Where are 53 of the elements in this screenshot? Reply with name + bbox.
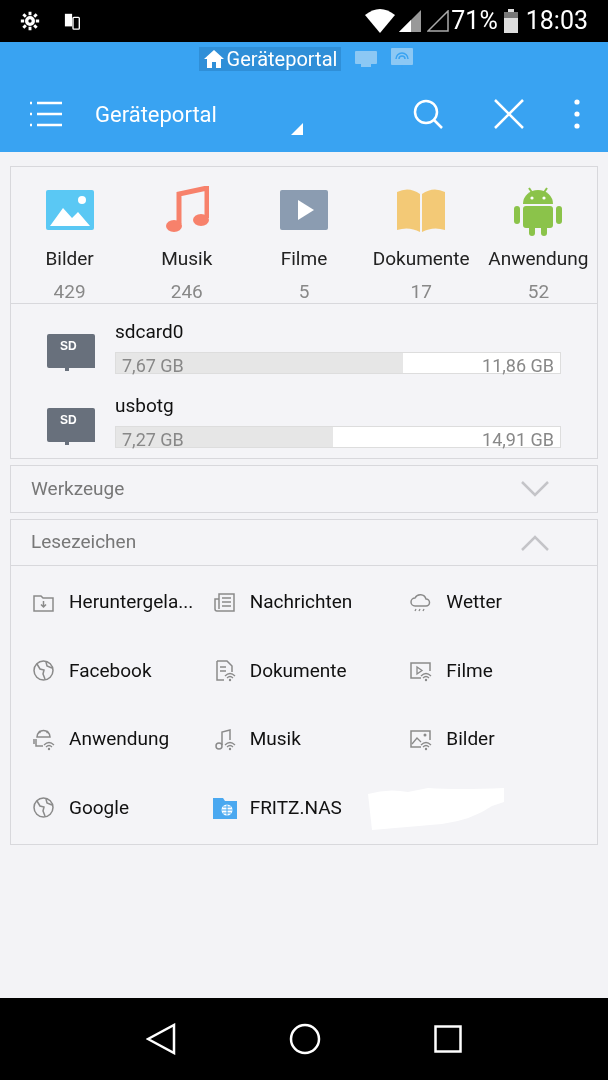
section-title[interactable]: Lesezeichen (31, 528, 521, 557)
sd-card-icon[interactable]: SD (47, 408, 95, 448)
category-label[interactable]: Bilder (45, 245, 94, 274)
total-space: 14,91 GB (482, 428, 554, 452)
category-label[interactable]: Filme (280, 245, 328, 274)
close-icon[interactable] (494, 99, 524, 129)
category-count: 429 (53, 278, 86, 305)
phone-charging-icon (64, 12, 82, 30)
home-icon[interactable] (289, 1023, 321, 1055)
chevron-down-icon[interactable] (521, 481, 549, 497)
bookmark-label[interactable]: Wetter (446, 588, 502, 617)
category-count: 246 (170, 278, 203, 305)
used-space: 7,67 GB (122, 354, 184, 378)
category-label[interactable]: Dokumente (372, 245, 470, 274)
globe-icon[interactable] (31, 658, 56, 684)
category-label[interactable]: Musik (161, 245, 213, 274)
storage-name[interactable]: usbotg (115, 392, 561, 422)
bookmark-label[interactable]: Google (69, 793, 129, 822)
menu-icon[interactable] (30, 101, 62, 127)
category-count: 17 (410, 278, 432, 305)
clock-time: 18:03 (525, 5, 588, 38)
category-count: 5 (298, 278, 310, 305)
used-space: 7,27 GB (122, 428, 184, 452)
sd-card-icon[interactable] (355, 51, 378, 67)
bookmark-label[interactable]: Bilder (446, 725, 495, 754)
wifi-icon (365, 9, 396, 33)
section-title[interactable]: Werkzeuge (31, 474, 521, 504)
battery-percentage: 71% (451, 5, 498, 38)
search-icon[interactable] (412, 98, 444, 130)
settings-icon (20, 11, 40, 31)
recent-apps-icon[interactable] (433, 1025, 462, 1053)
signal-icon (399, 10, 422, 32)
total-space: 11,86 GB (482, 354, 554, 378)
bookmark-label[interactable]: Heruntergela... (69, 588, 194, 617)
bookmark-label[interactable]: Facebook (69, 656, 152, 685)
category-count: 52 (527, 278, 550, 305)
battery-icon (503, 9, 518, 33)
bookmark-label[interactable]: Anwendung (69, 725, 170, 754)
back-icon[interactable] (146, 1023, 177, 1055)
more-options-icon[interactable] (574, 99, 580, 129)
signal-icon (427, 10, 450, 32)
globe-icon[interactable] (31, 795, 56, 821)
category-label[interactable]: Anwendung (488, 245, 589, 274)
bookmark-label[interactable]: Nachrichten (249, 588, 353, 617)
storage-name[interactable]: sdcard0 (115, 318, 561, 348)
chevron-up-icon[interactable] (521, 534, 549, 551)
bookmark-label[interactable]: Dokumente (249, 656, 347, 685)
network-folder-icon[interactable] (211, 795, 237, 821)
bookmark-label[interactable]: Filme (446, 656, 493, 685)
dropdown-indicator-icon[interactable] (290, 123, 303, 135)
bookmark-label[interactable]: FRITZ.NAS (249, 793, 342, 822)
bookmark-label[interactable]: Musik (249, 725, 301, 754)
sd-card-icon[interactable]: SD (47, 334, 95, 374)
